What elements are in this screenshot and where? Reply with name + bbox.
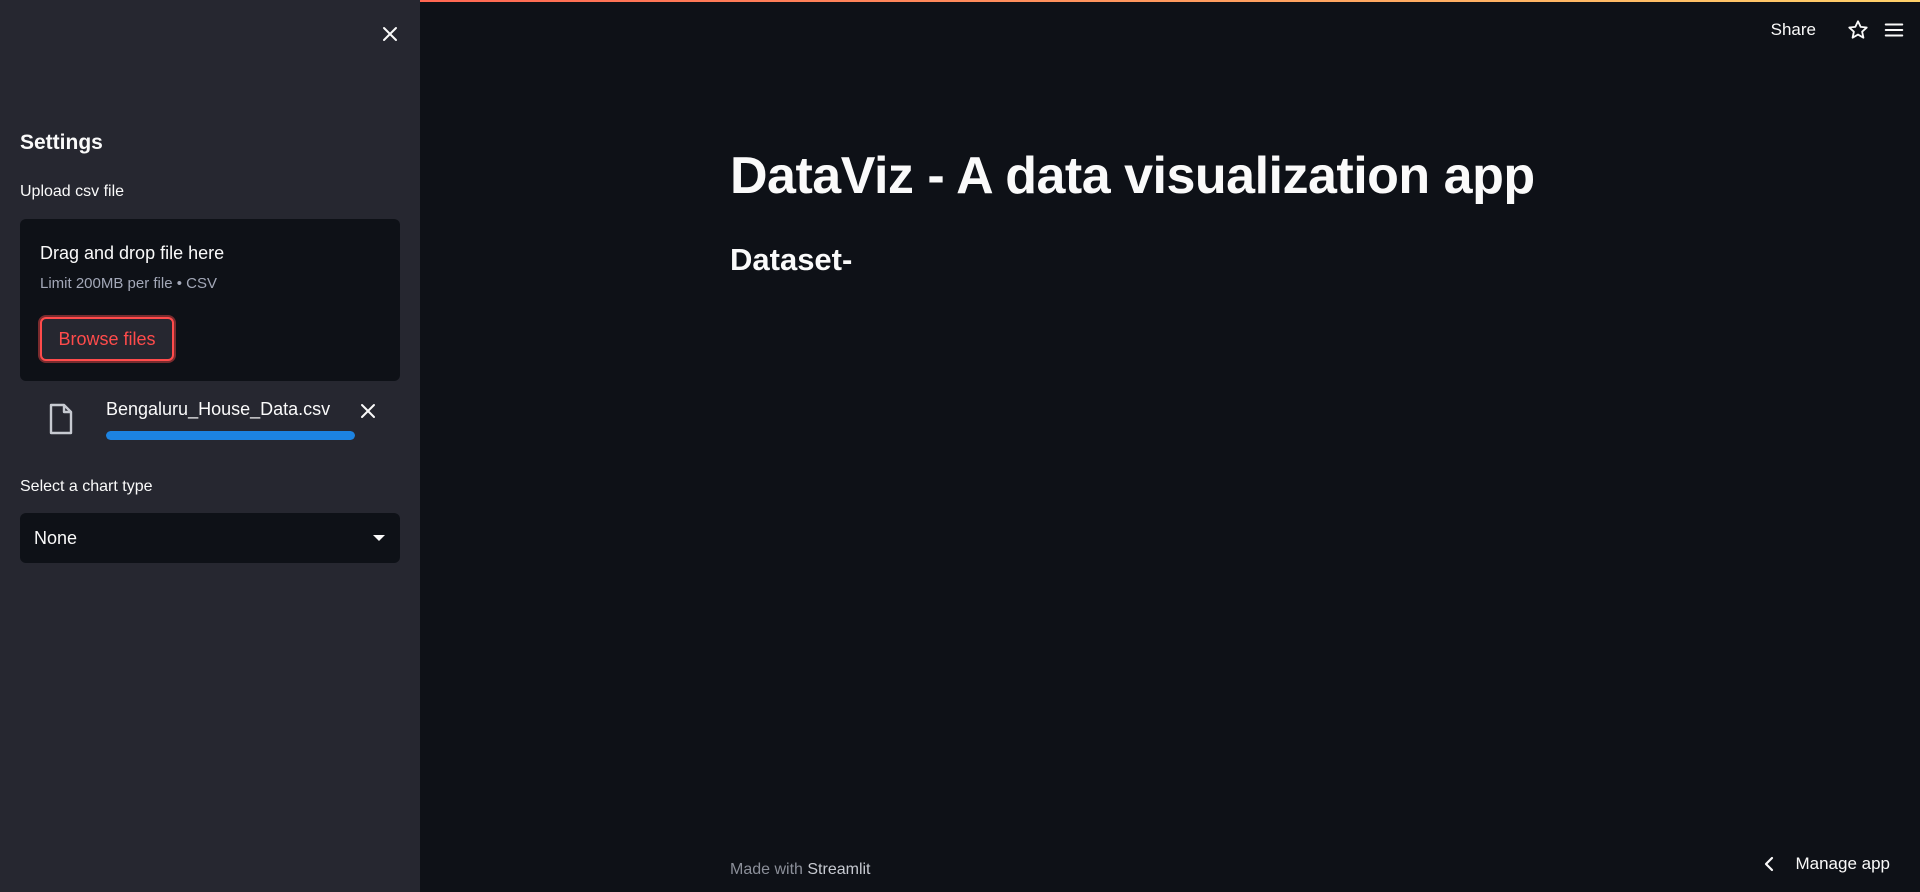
footer-made-with: Made with xyxy=(730,861,803,878)
chart-type-select[interactable]: None xyxy=(20,513,400,563)
star-icon xyxy=(1848,20,1868,39)
caret-down-icon xyxy=(373,535,385,541)
header-toolbar: Share xyxy=(1771,16,1908,44)
share-button[interactable]: Share xyxy=(1771,20,1816,40)
browse-files-button[interactable]: Browse files xyxy=(40,317,174,361)
uploaded-file-name: Bengaluru_House_Data.csv xyxy=(106,399,331,419)
chevron-left-icon xyxy=(1759,854,1779,874)
chart-type-label: Select a chart type xyxy=(20,478,153,495)
favorite-button[interactable] xyxy=(1844,16,1872,44)
main-menu-button[interactable] xyxy=(1880,16,1908,44)
manage-app-button[interactable]: Manage app xyxy=(1759,854,1890,874)
sidebar-heading: Settings xyxy=(20,131,103,154)
remove-file-button[interactable] xyxy=(354,397,382,425)
sidebar: Settings Upload csv file Drag and drop f… xyxy=(0,0,420,892)
upload-progress-fill xyxy=(106,431,355,440)
upload-progress-bar xyxy=(106,431,355,440)
chart-type-selected-value: None xyxy=(34,527,78,548)
manage-app-label: Manage app xyxy=(1795,854,1890,873)
streamlit-link[interactable]: Streamlit xyxy=(807,861,870,878)
sidebar-close-button[interactable] xyxy=(376,20,404,48)
close-icon xyxy=(383,27,397,41)
hamburger-menu-icon xyxy=(1884,23,1904,37)
dropzone-instruction: Drag and drop file here xyxy=(40,243,225,263)
uploaded-file-item: Bengaluru_House_Data.csv xyxy=(20,395,400,445)
file-icon xyxy=(49,403,73,435)
footer: Made with Streamlit xyxy=(730,861,871,879)
dropzone-limit: Limit 200MB per file • CSV xyxy=(40,275,217,292)
upload-label: Upload csv file xyxy=(20,183,125,200)
dataset-heading: Dataset- xyxy=(730,242,853,277)
file-uploader-dropzone[interactable]: Drag and drop file here Limit 200MB per … xyxy=(20,219,400,381)
page-title: DataViz - A data visualization app xyxy=(730,147,1535,205)
close-icon xyxy=(361,404,375,418)
